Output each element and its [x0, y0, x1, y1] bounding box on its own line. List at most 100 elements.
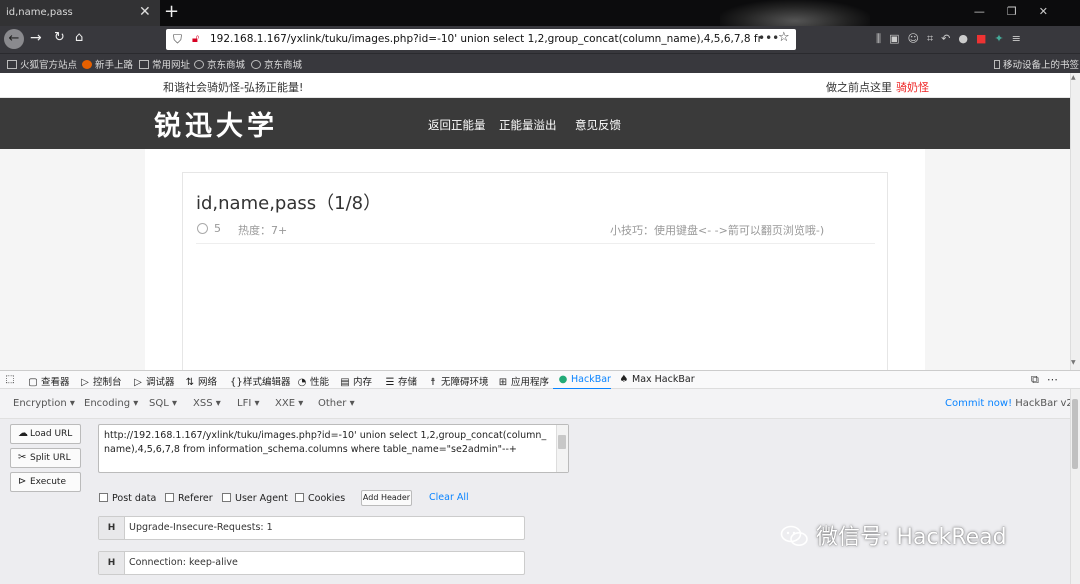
- library-icon[interactable]: ⫼: [876, 32, 889, 45]
- bookmark-item[interactable]: 新手上路: [82, 57, 133, 71]
- bookmark-item[interactable]: 常用网址: [139, 57, 190, 71]
- menu-lfi[interactable]: LFI ▾: [237, 398, 259, 409]
- tab-storage[interactable]: ☰ 存储: [385, 374, 418, 388]
- account-icon[interactable]: ☺: [907, 32, 926, 45]
- card-divider: [196, 243, 875, 244]
- tab-network[interactable]: ⇅ 网络: [185, 374, 217, 388]
- sidebar-icon[interactable]: ▣: [889, 32, 907, 45]
- header-value[interactable]: Upgrade-Insecure-Requests: 1: [129, 522, 273, 533]
- bookmark-item[interactable]: 火狐官方站点: [7, 57, 77, 71]
- page-actions-icon[interactable]: •••: [758, 31, 779, 45]
- url-textarea[interactable]: http://192.168.1.167/yxlink/tuku/images.…: [98, 424, 569, 473]
- more-options-icon[interactable]: ⋯: [1047, 373, 1066, 386]
- page-scrollbar[interactable]: [1070, 73, 1080, 370]
- tab-application[interactable]: ⊞ 应用程序: [498, 374, 549, 388]
- home-icon[interactable]: ⌂: [75, 30, 83, 45]
- wechat-watermark: 微信号: HackRead: [780, 519, 1007, 551]
- hackbar-scroll-thumb[interactable]: [1072, 399, 1078, 469]
- crop-icon[interactable]: ⌗: [927, 32, 941, 45]
- minimize-icon[interactable]: —: [974, 5, 1007, 18]
- menu-xss[interactable]: XSS ▾: [193, 398, 221, 409]
- tab-console[interactable]: ▷ 控制台: [80, 374, 121, 388]
- accessibility-icon: ☨: [430, 377, 436, 388]
- clear-all-link[interactable]: Clear All: [429, 492, 469, 503]
- folder-icon: [139, 60, 149, 69]
- memory-icon: ▤: [340, 377, 350, 388]
- insecure-connection-icon[interactable]: 🔓︎: [192, 32, 199, 46]
- reload-icon[interactable]: ↻: [54, 30, 65, 45]
- checkbox-box[interactable]: [222, 493, 231, 502]
- bookmark-star-icon[interactable]: ☆: [778, 30, 790, 45]
- menu-encoding[interactable]: Encoding ▾: [84, 398, 138, 409]
- execute-button[interactable]: ⊳ Execute: [10, 472, 81, 492]
- new-tab-button[interactable]: +: [164, 1, 179, 22]
- close-window-icon[interactable]: ✕: [1039, 5, 1070, 18]
- menu-sql[interactable]: SQL ▾: [149, 398, 177, 409]
- commit-now-link[interactable]: Commit now!: [945, 398, 1012, 409]
- cookies-checkbox[interactable]: Cookies: [295, 493, 345, 504]
- bookmark-item[interactable]: 京东商城: [251, 57, 302, 71]
- tab-memory[interactable]: ▤ 内存: [340, 374, 372, 388]
- scroll-up-icon[interactable]: ▲: [1071, 74, 1076, 81]
- textarea-scroll-thumb[interactable]: [558, 435, 566, 449]
- split-url-button[interactable]: ✂ Split URL: [10, 448, 81, 468]
- tab-performance[interactable]: ◔ 性能: [297, 374, 329, 388]
- header-row[interactable]: H Connection: keep-alive: [98, 551, 525, 575]
- tab-bar-background-art: [720, 0, 870, 26]
- site-logo[interactable]: 锐迅大学: [154, 104, 278, 143]
- tab-title: id,name,pass: [6, 7, 73, 18]
- tab-accessibility[interactable]: ☨ 无障碍环境: [428, 374, 488, 388]
- dock-icon[interactable]: ⧉: [1031, 373, 1047, 386]
- url-text[interactable]: 192.168.1.167/yxlink/tuku/images.php?id=…: [210, 33, 760, 45]
- close-tab-icon[interactable]: ✕: [139, 4, 151, 20]
- hackbar-panel: Encryption ▾ Encoding ▾ SQL ▾ XSS ▾ LFI …: [0, 389, 1080, 584]
- element-picker-icon[interactable]: ⬚: [5, 374, 18, 385]
- tracking-shield-icon[interactable]: ⛉: [173, 32, 182, 47]
- header-row[interactable]: H Upgrade-Insecure-Requests: 1: [98, 516, 525, 540]
- hackbar-version: HackBar v2: [1012, 398, 1073, 409]
- menu-icon[interactable]: ≡: [1012, 32, 1029, 45]
- restore-icon[interactable]: ❐: [1007, 5, 1039, 18]
- nav-link-feedback[interactable]: 意见反馈: [575, 117, 621, 133]
- tab-max-hackbar[interactable]: ♠ Max HackBar: [619, 374, 695, 385]
- scroll-down-icon[interactable]: ▼: [1071, 359, 1076, 366]
- wechat-logo: [780, 525, 808, 546]
- before-start-link[interactable]: 做之前点这里: [826, 79, 892, 95]
- clock-icon: [197, 223, 208, 234]
- url-bar[interactable]: ⛉ 🔓︎ 192.168.1.167/yxlink/tuku/images.ph…: [166, 29, 796, 50]
- extension-icon[interactable]: ●: [958, 32, 976, 45]
- extensions-icon[interactable]: ✦: [994, 32, 1011, 45]
- tab-debugger[interactable]: ▷ 调试器: [133, 374, 174, 388]
- checkbox-box[interactable]: [165, 493, 174, 502]
- user-link[interactable]: 骑奶怪: [896, 79, 929, 95]
- grid-icon: ⊞: [498, 377, 508, 388]
- add-header-button[interactable]: Add Header: [361, 490, 412, 506]
- browser-tab[interactable]: id,name,pass ✕: [0, 0, 160, 26]
- menu-other[interactable]: Other ▾: [318, 398, 355, 409]
- record-icon[interactable]: ■: [976, 32, 994, 45]
- menu-xxe[interactable]: XXE ▾: [275, 398, 303, 409]
- header-value[interactable]: Connection: keep-alive: [129, 557, 238, 568]
- toolbar-right-icons: ⫼▣☺⌗↶●■✦≡: [876, 32, 1029, 46]
- bookmark-item[interactable]: 京东商城: [194, 57, 245, 71]
- network-icon: ⇅: [185, 377, 195, 388]
- tab-style-editor[interactable]: {}样式编辑器: [230, 374, 291, 388]
- checkbox-box[interactable]: [295, 493, 304, 502]
- tab-hackbar[interactable]: ● HackBar: [558, 374, 611, 385]
- back-arrow-icon[interactable]: ←: [4, 29, 24, 49]
- menu-encryption[interactable]: Encryption ▾: [13, 398, 75, 409]
- play-icon: ⊳: [18, 476, 27, 487]
- site-slogan: 和谐社会骑奶怪-弘扬正能量!: [163, 81, 304, 94]
- load-url-button[interactable]: ☁ Load URL: [10, 424, 81, 444]
- post-data-checkbox[interactable]: Post data: [99, 493, 156, 504]
- nav-link-back[interactable]: 返回正能量: [428, 117, 486, 133]
- tab-inspector[interactable]: ▢ 查看器: [28, 374, 69, 388]
- forward-arrow-icon[interactable]: →: [30, 30, 42, 46]
- undo-icon[interactable]: ↶: [941, 32, 958, 45]
- referer-checkbox[interactable]: Referer: [165, 493, 213, 504]
- window-controls[interactable]: —❐✕: [974, 5, 1070, 18]
- checkbox-box[interactable]: [99, 493, 108, 502]
- nav-link-overflow[interactable]: 正能量溢出: [499, 117, 557, 133]
- user-agent-checkbox[interactable]: User Agent: [222, 493, 288, 504]
- mobile-bookmarks[interactable]: 移动设备上的书签: [994, 57, 1079, 71]
